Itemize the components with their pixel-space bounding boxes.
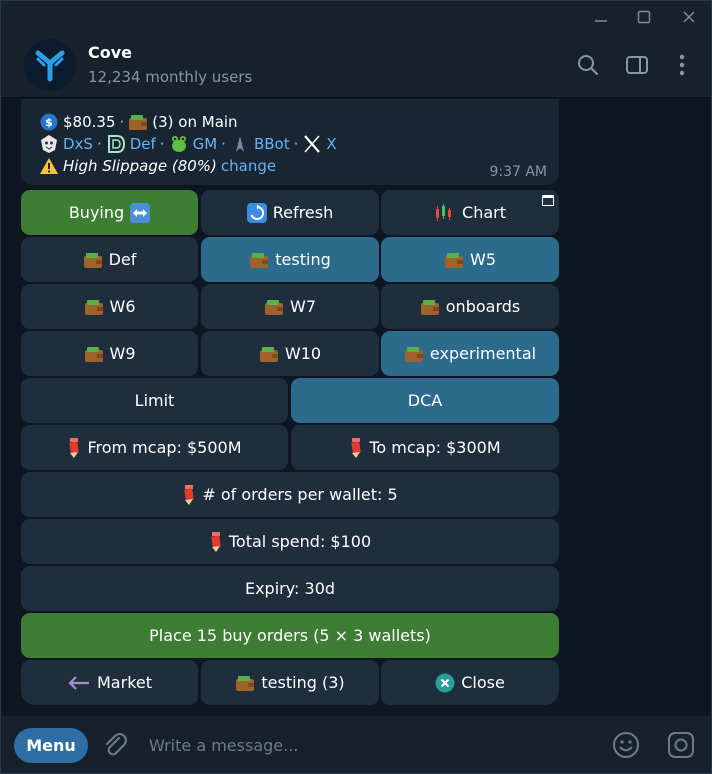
wallet-icon — [259, 346, 278, 362]
search-button[interactable] — [575, 52, 601, 78]
wallet-icon — [84, 299, 103, 315]
wallet-button-testing[interactable]: testing — [201, 237, 379, 282]
more-options-button[interactable] — [669, 52, 695, 78]
wallet-icon — [404, 346, 423, 362]
wallet-button-def[interactable]: Def — [21, 237, 198, 282]
expiry-button[interactable]: Expiry: 30d — [21, 566, 559, 611]
chat-header: Cove 12,234 monthly users — [1, 34, 711, 98]
link-def[interactable]: Def — [130, 135, 156, 153]
place-orders-button[interactable]: Place 15 buy orders (5 × 3 wallets) — [21, 613, 559, 658]
buying-mode-button[interactable]: Buying — [21, 190, 198, 235]
wallet-icon — [250, 252, 269, 268]
from-mcap-button[interactable]: From mcap: $500M — [21, 425, 288, 470]
gm-frog-icon — [169, 134, 189, 154]
wallet-icon — [128, 112, 148, 132]
wallet-button-w5[interactable]: W5 — [381, 237, 559, 282]
pencil-icon — [184, 484, 195, 505]
wallet-button-experimental[interactable]: experimental — [381, 331, 559, 376]
telegram-window: Cove 12,234 monthly users $ $80.35 · (3) — [0, 0, 712, 774]
links-line: DxS · Def · GM · BBot · X — [39, 134, 337, 154]
warning-icon — [39, 156, 59, 176]
more-vertical-icon — [679, 54, 685, 76]
svg-text:$: $ — [45, 116, 53, 129]
close-circle-icon — [435, 673, 455, 692]
link-gm[interactable]: GM — [193, 135, 218, 153]
minimize-button[interactable] — [588, 5, 614, 29]
bbot-icon — [230, 134, 250, 154]
balance-line: $ $80.35 · (3) on Main — [39, 112, 238, 132]
back-market-button[interactable]: Market — [21, 660, 198, 705]
pencil-icon — [69, 437, 80, 458]
swap-arrows-icon — [130, 202, 151, 223]
message-composer: Menu — [1, 716, 711, 773]
refresh-button[interactable]: Refresh — [201, 190, 379, 235]
wallet-icon — [83, 252, 102, 268]
orders-per-wallet-button[interactable]: # of orders per wallet: 5 — [21, 472, 559, 517]
wallet-icon — [420, 299, 439, 315]
paperclip-icon[interactable] — [101, 731, 129, 759]
wallet-summary-button[interactable]: testing (3) — [201, 660, 379, 705]
wallet-button-onboards[interactable]: onboards — [381, 284, 559, 329]
change-slippage-link[interactable]: change — [221, 157, 276, 175]
def-icon — [106, 134, 126, 154]
wallet-icon — [84, 346, 103, 362]
bot-avatar[interactable] — [24, 39, 76, 91]
balance-value: $80.35 — [63, 113, 116, 131]
sidebar-toggle-button[interactable] — [624, 52, 650, 78]
to-mcap-button[interactable]: To mcap: $300M — [291, 425, 559, 470]
maximize-icon — [637, 10, 651, 24]
maximize-button[interactable] — [631, 5, 657, 29]
sidebar-panel-icon — [626, 56, 648, 74]
candlestick-chart-icon — [436, 203, 452, 221]
bot-message: $ $80.35 · (3) on Main DxS · Def · GM · … — [21, 99, 559, 185]
search-icon — [578, 55, 598, 75]
window-close-button[interactable] — [676, 5, 702, 29]
total-spend-button[interactable]: Total spend: $100 — [21, 519, 559, 564]
wallet-count: (3) on Main — [152, 113, 238, 131]
close-icon — [683, 11, 695, 23]
chart-button[interactable]: Chart — [381, 190, 559, 235]
arrow-left-icon — [68, 675, 89, 690]
close-button[interactable]: Close — [381, 660, 559, 705]
order-type-limit-button[interactable]: Limit — [21, 378, 288, 423]
x-logo-icon — [302, 134, 322, 154]
minimize-icon — [595, 20, 607, 22]
wallet-button-w6[interactable]: W6 — [21, 284, 198, 329]
link-x[interactable]: X — [326, 135, 336, 153]
cove-logo-icon — [35, 50, 65, 82]
message-time: 9:37 AM — [489, 164, 547, 180]
bot-name[interactable]: Cove — [88, 43, 132, 62]
pencil-icon — [351, 437, 362, 458]
usdc-coin-icon: $ — [39, 112, 59, 132]
chat-area: $ $80.35 · (3) on Main DxS · Def · GM · … — [1, 99, 711, 716]
message-input[interactable] — [149, 730, 549, 760]
dxs-icon — [39, 134, 59, 154]
link-dxs[interactable]: DxS — [63, 135, 93, 153]
link-bbot[interactable]: BBot — [254, 135, 290, 153]
wallet-button-w9[interactable]: W9 — [21, 331, 198, 376]
pencil-icon — [211, 531, 221, 552]
open-window-icon — [542, 195, 554, 206]
title-bar — [1, 1, 711, 34]
wallet-icon — [265, 299, 283, 315]
wallet-button-w10[interactable]: W10 — [201, 331, 379, 376]
wallet-button-w7[interactable]: W7 — [201, 284, 379, 329]
order-type-dca-button[interactable]: DCA — [291, 378, 559, 423]
warning-line: High Slippage (80%) change — [39, 156, 276, 176]
wallet-icon — [445, 252, 463, 268]
bot-subtitle: 12,234 monthly users — [88, 68, 253, 86]
camera-icon[interactable] — [667, 731, 695, 759]
slippage-warning: High Slippage (80%) — [63, 157, 217, 175]
refresh-icon — [246, 202, 267, 223]
wallet-icon — [236, 675, 255, 691]
emoji-icon[interactable] — [612, 731, 640, 759]
menu-button[interactable]: Menu — [14, 728, 88, 763]
